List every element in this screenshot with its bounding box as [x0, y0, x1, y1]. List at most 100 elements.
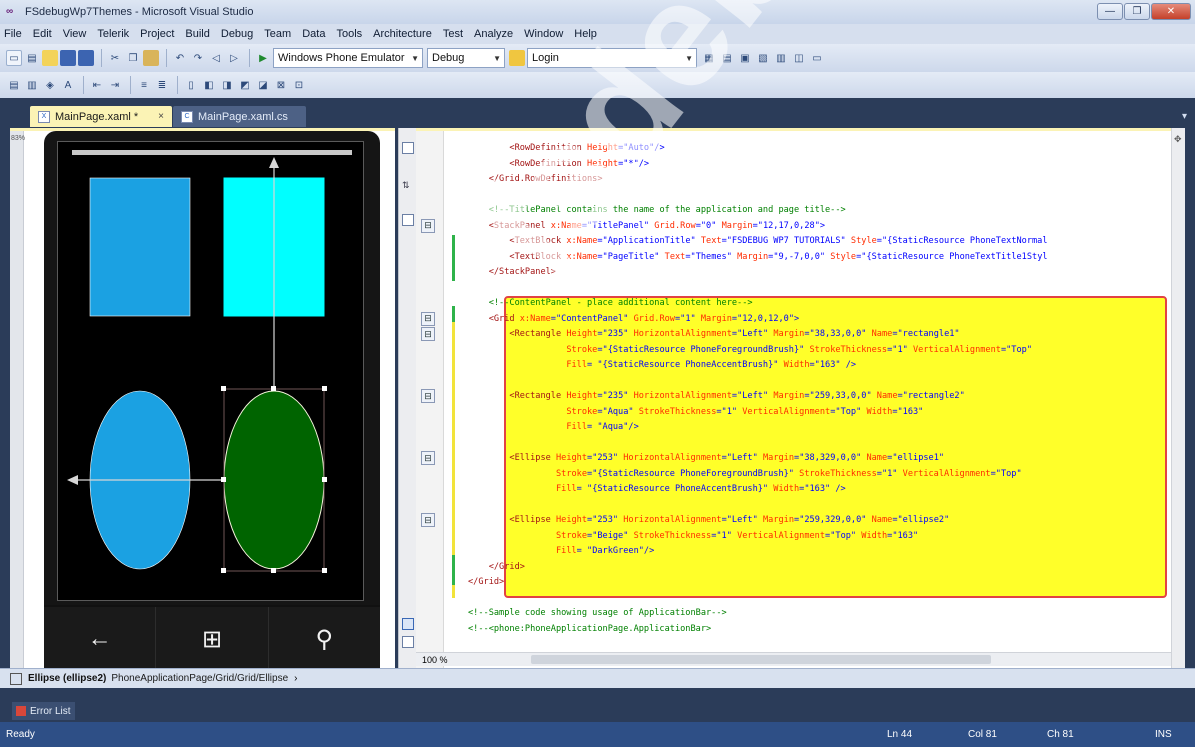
code-line[interactable]: <!--Sample code showing usage of Applica… [468, 606, 727, 621]
collapse-region-icon[interactable]: ⊟ [421, 389, 435, 403]
menu-data[interactable]: Data [302, 28, 325, 40]
xaml-tab-icon[interactable] [402, 636, 414, 648]
solution-configuration-dropdown[interactable]: Debug ▼ [427, 48, 505, 68]
resize-handle[interactable] [221, 386, 226, 391]
code-line[interactable]: Fill= "Aqua"/> [468, 420, 638, 435]
menu-test[interactable]: Test [443, 28, 463, 40]
code-line[interactable]: </Grid> [468, 560, 525, 575]
word-completion-icon[interactable]: A [60, 77, 76, 93]
code-line[interactable]: </Grid> [468, 575, 504, 590]
bookmark-icon[interactable]: ▯ [183, 77, 199, 93]
extension-manager-icon[interactable]: ▥ [773, 50, 789, 66]
menu-debug[interactable]: Debug [221, 28, 253, 40]
code-line[interactable]: <RowDefinition Height="Auto"/> [468, 141, 664, 156]
paste-icon[interactable] [143, 50, 159, 66]
add-item-icon[interactable]: ▤ [24, 50, 40, 66]
tab-mainpage-xaml[interactable]: X MainPage.xaml * × [30, 106, 172, 127]
windows-start-icon[interactable]: ⊞ [156, 607, 269, 671]
save-all-icon[interactable] [78, 50, 94, 66]
code-line[interactable]: <!--ContentPanel - place additional cont… [468, 296, 753, 311]
editor-horizontal-scrollbar[interactable]: 100 % [416, 652, 1171, 666]
previous-bookmark-folder-icon[interactable]: ◩ [237, 77, 253, 93]
new-project-icon[interactable]: ▭ [6, 50, 22, 66]
swap-panes-icon[interactable] [402, 142, 414, 154]
navigate-forward-icon[interactable]: ▷ [226, 50, 242, 66]
code-line[interactable]: <RowDefinition Height="*"/> [468, 157, 649, 172]
redo-icon[interactable]: ↷ [190, 50, 206, 66]
menu-team[interactable]: Team [264, 28, 291, 40]
menu-tools[interactable]: Tools [336, 28, 362, 40]
maximize-button[interactable]: ❐ [1124, 3, 1150, 20]
vertical-split-icon[interactable]: ⇅ [402, 180, 414, 190]
resize-handle[interactable] [322, 568, 327, 573]
code-line[interactable]: Stroke="{StaticResource PhoneForegroundB… [468, 343, 1032, 358]
close-button[interactable]: ✕ [1151, 3, 1191, 20]
minimize-button[interactable]: — [1097, 3, 1123, 20]
breadcrumb-arrow-icon[interactable]: › [294, 673, 297, 684]
decrease-indent-icon[interactable]: ⇤ [89, 77, 105, 93]
code-line[interactable]: <!--<phone:PhoneApplicationPage.Applicat… [468, 622, 711, 637]
code-line[interactable]: <StackPanel x:Name="TitlePanel" Grid.Row… [468, 219, 825, 234]
collapse-region-icon[interactable]: ⊟ [421, 327, 435, 341]
design-xaml-splitter[interactable]: ⇅ [398, 128, 416, 668]
display-object-member-list-icon[interactable]: ▤ [6, 77, 22, 93]
next-bookmark-folder-icon[interactable]: ◪ [255, 77, 271, 93]
undo-icon[interactable]: ↶ [172, 50, 188, 66]
solution-explorer-icon[interactable]: ▦ [701, 50, 717, 66]
search-icon[interactable]: ⚲ [269, 607, 380, 671]
clear-bookmarks-icon[interactable]: ⊠ [273, 77, 289, 93]
collapse-region-icon[interactable]: ⊟ [421, 311, 435, 326]
code-line[interactable]: </StackPanel> [468, 265, 556, 280]
object-browser-icon[interactable]: ▣ [737, 50, 753, 66]
find-dropdown[interactable]: Login ▼ [527, 48, 697, 68]
resize-handle[interactable] [271, 568, 276, 573]
resize-handle[interactable] [221, 477, 226, 482]
menu-window[interactable]: Window [524, 28, 563, 40]
code-line[interactable]: <!--TitlePanel contains the name of the … [468, 203, 846, 218]
xaml-code-editor[interactable]: ⊟ ⊟ ⊟ ⊟ ⊟ ⊟ <RowDefinition Height="Auto"/> <R… [416, 128, 1171, 671]
collapse-pane-icon[interactable] [402, 214, 414, 226]
toggle-bookmark-icon[interactable]: ⊡ [291, 77, 307, 93]
selected-element[interactable]: Ellipse (ellipse2) [28, 673, 106, 684]
cut-icon[interactable]: ✂ [107, 50, 123, 66]
collapse-region-icon[interactable]: ⊟ [421, 513, 435, 527]
collapse-region-icon[interactable]: ⊟ [421, 451, 435, 465]
menu-project[interactable]: Project [140, 28, 174, 40]
code-line[interactable]: <Rectangle Height="235" HorizontalAlignm… [468, 389, 964, 404]
code-line[interactable]: <TextBlock x:Name="PageTitle" Text="Them… [468, 250, 1047, 265]
back-button-icon[interactable]: ← [44, 607, 157, 671]
tab-error-list[interactable]: Error List [12, 702, 75, 720]
close-tab-icon[interactable]: × [158, 111, 164, 122]
command-window-icon[interactable]: ▭ [809, 50, 825, 66]
menu-view[interactable]: View [63, 28, 87, 40]
menu-analyze[interactable]: Analyze [474, 28, 513, 40]
increase-indent-icon[interactable]: ⇥ [107, 77, 123, 93]
open-folder-icon[interactable] [42, 50, 58, 66]
save-icon[interactable] [60, 50, 76, 66]
collapse-region-icon[interactable]: ⊟ [421, 218, 435, 233]
split-editor-icon[interactable]: ✥ [1174, 134, 1182, 145]
toolbox-icon[interactable]: ▧ [755, 50, 771, 66]
code-line[interactable]: <Ellipse Height="253" HorizontalAlignmen… [468, 513, 949, 528]
zoom-slider[interactable]: 83% [10, 131, 25, 671]
code-line[interactable]: Fill= "DarkGreen"/> [468, 544, 654, 559]
resize-handle[interactable] [322, 477, 327, 482]
navigate-back-icon[interactable]: ◁ [208, 50, 224, 66]
rectangle1[interactable] [89, 177, 191, 317]
resize-handle[interactable] [271, 386, 276, 391]
next-bookmark-icon[interactable]: ◨ [219, 77, 235, 93]
menu-edit[interactable]: Edit [33, 28, 52, 40]
find-in-files-icon[interactable] [509, 50, 525, 66]
code-line[interactable]: <Grid x:Name="ContentPanel" Grid.Row="1"… [468, 312, 799, 327]
code-line[interactable]: <Ellipse Height="253" HorizontalAlignmen… [468, 451, 944, 466]
resize-handle[interactable] [322, 386, 327, 391]
editor-vertical-scrollbar[interactable]: ✥ [1171, 128, 1185, 668]
scrollbar-thumb[interactable] [531, 655, 991, 664]
uncomment-icon[interactable]: ≣ [154, 77, 170, 93]
deployment-target-dropdown[interactable]: Windows Phone Emulator ▼ [273, 48, 423, 68]
menu-telerik[interactable]: Telerik [97, 28, 129, 40]
code-line[interactable]: Stroke="Aqua" StrokeThickness="1" Vertic… [468, 405, 923, 420]
code-line[interactable]: Fill= "{StaticResource PhoneAccentBrush}… [468, 358, 856, 373]
ellipse2[interactable] [223, 390, 325, 570]
comment-out-icon[interactable]: ≡ [136, 77, 152, 93]
